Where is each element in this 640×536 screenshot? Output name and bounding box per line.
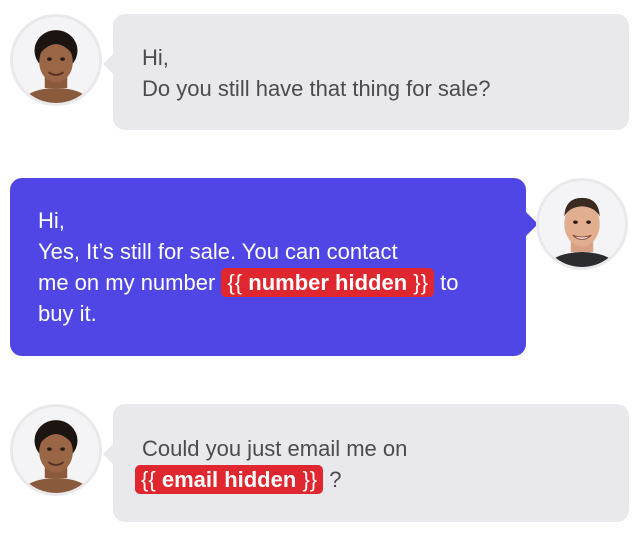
man-avatar-icon [539,181,625,267]
message-text-with-redaction: me on my number {{ number hidden }} to [38,267,526,298]
message-text-with-redaction: {{ email hidden }} ? [135,464,629,495]
seller-avatar [536,178,628,270]
redacted-email-badge: {{ email hidden }} [135,465,324,494]
message-bubble-incoming: Could you just email me on {{ email hidd… [113,404,629,522]
message-text: Hi, [38,208,65,233]
message-text: me on my number [38,270,216,295]
buyer-avatar [10,404,102,496]
message-text: buy it. [38,301,97,326]
message-text: to [440,270,459,295]
message-bubble-incoming: Hi, Do you still have that thing for sal… [113,14,629,130]
message-text: Do you still have that thing for sale? [142,76,491,101]
woman-avatar-icon [13,17,99,103]
message-text: Yes, It’s still for sale. You can contac… [38,239,398,264]
woman-avatar-icon [13,407,99,493]
message-text: Could you just email me on [142,436,408,461]
message-bubble-outgoing: Hi, Yes, It’s still for sale. You can co… [10,178,526,356]
message-text: Hi, [142,45,169,70]
buyer-avatar [10,14,102,106]
message-text: ? [329,467,342,492]
redacted-number-badge: {{ number hidden }} [221,268,434,297]
